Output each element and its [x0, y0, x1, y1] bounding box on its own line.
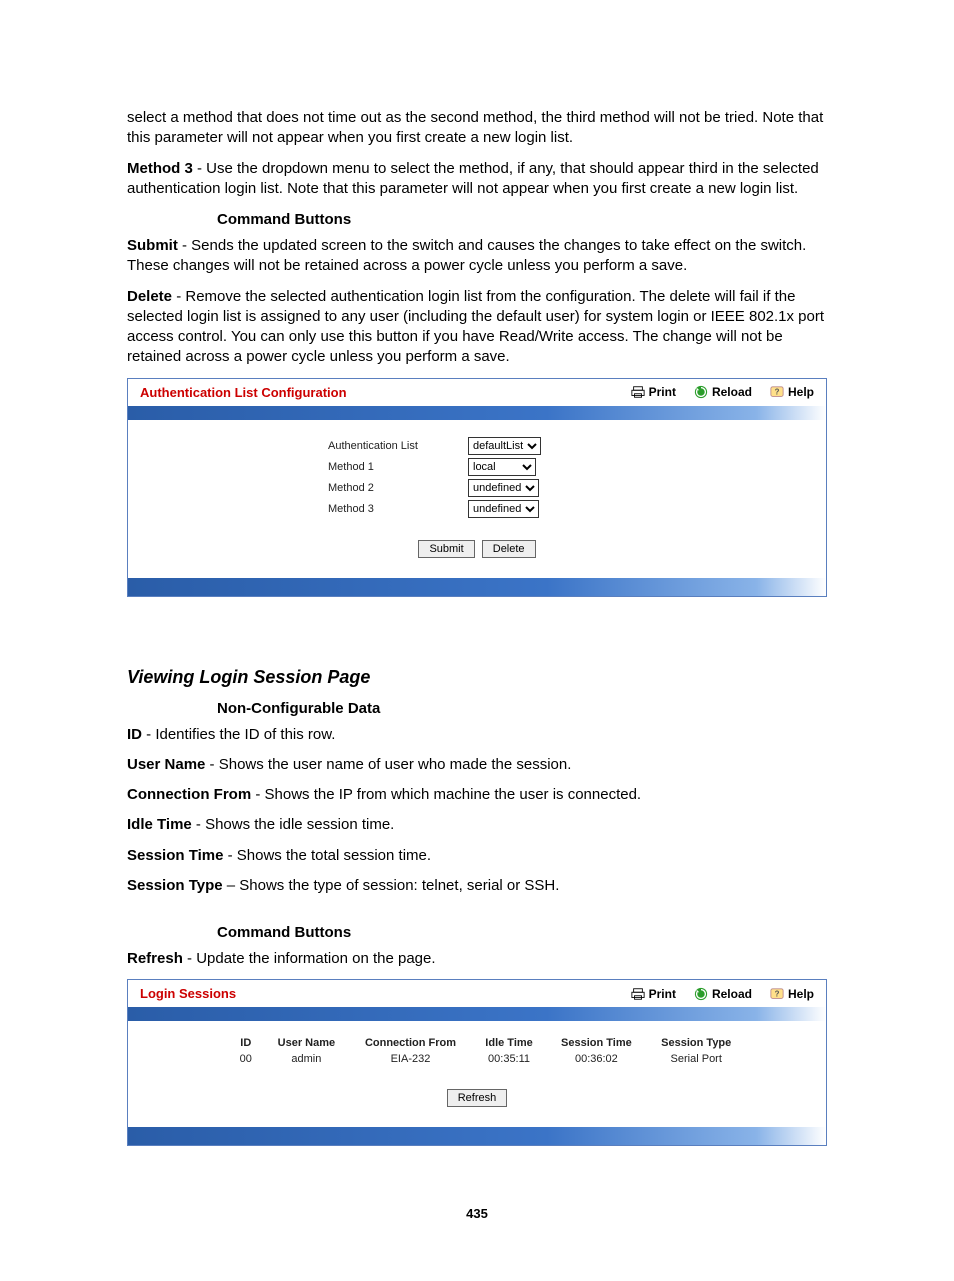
paragraph: ID - Identifies the ID of this row.	[127, 725, 827, 745]
help-icon: ?	[770, 385, 784, 399]
method3-text: - Use the dropdown menu to select the me…	[127, 160, 819, 197]
cell-sess: 00:36:02	[546, 1051, 646, 1067]
reload-button[interactable]: Reload	[694, 385, 752, 399]
panel-titlebar: Authentication List Configuration Print …	[128, 379, 826, 406]
paragraph: Delete - Remove the selected authenticat…	[127, 287, 827, 368]
col-user: User Name	[264, 1035, 350, 1051]
paragraph: Idle Time - Shows the idle session time.	[127, 815, 827, 835]
cell-conn: EIA-232	[349, 1051, 472, 1067]
refresh-label: Refresh	[127, 950, 183, 967]
document-page: select a method that does not time out a…	[127, 0, 827, 1281]
refresh-text: - Update the information on the page.	[183, 950, 436, 967]
printer-icon	[631, 385, 645, 399]
submit-text: - Sends the updated screen to the switch…	[127, 237, 806, 274]
help-icon: ?	[770, 987, 784, 1001]
delete-button[interactable]: Delete	[482, 540, 536, 558]
paragraph: Refresh - Update the information on the …	[127, 949, 827, 969]
auth-list-config-panel: Authentication List Configuration Print …	[127, 378, 827, 597]
col-sess: Session Time	[546, 1035, 646, 1051]
print-button[interactable]: Print	[631, 987, 676, 1001]
panel-body: Authentication List defaultList Method 1…	[128, 420, 826, 578]
delete-label: Delete	[127, 288, 172, 305]
cell-type: Serial Port	[646, 1051, 746, 1067]
user-label: User Name	[127, 756, 205, 773]
reload-icon	[694, 987, 708, 1001]
idle-text: - Shows the idle session time.	[192, 816, 395, 833]
divider-bar	[128, 1127, 826, 1145]
divider-bar	[128, 578, 826, 596]
conn-text: - Shows the IP from which machine the us…	[251, 786, 641, 803]
user-text: - Shows the user name of user who made t…	[205, 756, 571, 773]
help-button[interactable]: ? Help	[770, 385, 814, 399]
paragraph: Session Time - Shows the total session t…	[127, 846, 827, 866]
help-label: Help	[788, 385, 814, 399]
print-button[interactable]: Print	[631, 385, 676, 399]
col-conn: Connection From	[349, 1035, 472, 1051]
delete-text: - Remove the selected authentication log…	[127, 288, 824, 366]
cell-id: 00	[228, 1051, 264, 1067]
method2-label: Method 2	[128, 482, 468, 494]
method1-label: Method 1	[128, 461, 468, 473]
printer-icon	[631, 987, 645, 1001]
section-title: Viewing Login Session Page	[127, 667, 827, 688]
paragraph: select a method that does not time out a…	[127, 108, 827, 149]
panel-title: Authentication List Configuration	[140, 385, 631, 400]
paragraph: User Name - Shows the user name of user …	[127, 755, 827, 775]
sess-text: - Shows the total session time.	[223, 847, 431, 864]
id-label: ID	[127, 726, 142, 743]
command-buttons-heading: Command Buttons	[217, 211, 827, 228]
button-row: Submit Delete	[128, 540, 826, 558]
method1-select[interactable]: local	[468, 458, 536, 476]
method3-label: Method 3	[128, 503, 468, 515]
nonconfig-heading: Non-Configurable Data	[217, 700, 827, 717]
svg-text:?: ?	[775, 989, 780, 998]
command-buttons-heading: Command Buttons	[217, 924, 827, 941]
auth-list-label: Authentication List	[128, 440, 468, 452]
page-number: 435	[127, 1206, 827, 1221]
panel-titlebar: Login Sessions Print Reload ?	[128, 980, 826, 1007]
paragraph: Connection From - Shows the IP from whic…	[127, 785, 827, 805]
col-type: Session Type	[646, 1035, 746, 1051]
auth-list-select[interactable]: defaultList	[468, 437, 541, 455]
reload-label: Reload	[712, 987, 752, 1001]
paragraph: Submit - Sends the updated screen to the…	[127, 236, 827, 277]
col-id: ID	[228, 1035, 264, 1051]
refresh-button[interactable]: Refresh	[447, 1089, 508, 1107]
paragraph: Session Type – Shows the type of session…	[127, 876, 827, 896]
col-idle: Idle Time	[472, 1035, 547, 1051]
print-label: Print	[649, 385, 676, 399]
id-text: - Identifies the ID of this row.	[142, 726, 335, 743]
help-label: Help	[788, 987, 814, 1001]
button-row: Refresh	[128, 1089, 826, 1107]
conn-label: Connection From	[127, 786, 251, 803]
login-sessions-panel: Login Sessions Print Reload ?	[127, 979, 827, 1146]
panel-title: Login Sessions	[140, 986, 631, 1001]
table-row: 00 admin EIA-232 00:35:11 00:36:02 Seria…	[128, 1051, 826, 1067]
type-label: Session Type	[127, 877, 223, 894]
panel-body: ID User Name Connection From Idle Time S…	[128, 1021, 826, 1127]
method3-label: Method 3	[127, 160, 193, 177]
print-label: Print	[649, 987, 676, 1001]
submit-button[interactable]: Submit	[418, 540, 474, 558]
method2-select[interactable]: undefined	[468, 479, 539, 497]
divider-bar	[128, 406, 826, 420]
panel-toolbar: Print Reload ? Help	[631, 987, 814, 1001]
type-text: – Shows the type of session: telnet, ser…	[223, 877, 560, 894]
reload-button[interactable]: Reload	[694, 987, 752, 1001]
idle-label: Idle Time	[127, 816, 192, 833]
sessions-table: ID User Name Connection From Idle Time S…	[128, 1035, 826, 1067]
reload-icon	[694, 385, 708, 399]
panel-toolbar: Print Reload ? Help	[631, 385, 814, 399]
method3-select[interactable]: undefined	[468, 500, 539, 518]
reload-label: Reload	[712, 385, 752, 399]
cell-user: admin	[264, 1051, 350, 1067]
cell-idle: 00:35:11	[472, 1051, 547, 1067]
divider-bar	[128, 1007, 826, 1021]
sess-label: Session Time	[127, 847, 223, 864]
help-button[interactable]: ? Help	[770, 987, 814, 1001]
submit-label: Submit	[127, 237, 178, 254]
table-header-row: ID User Name Connection From Idle Time S…	[128, 1035, 826, 1051]
svg-text:?: ?	[775, 388, 780, 397]
paragraph: Method 3 - Use the dropdown menu to sele…	[127, 159, 827, 200]
